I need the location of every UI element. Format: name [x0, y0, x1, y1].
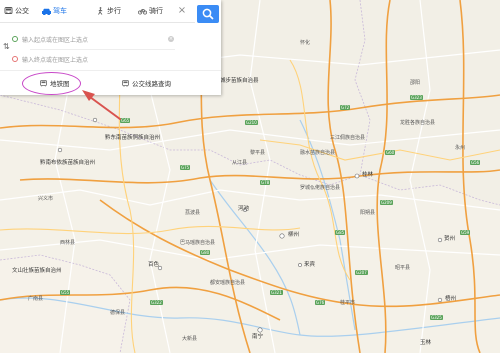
map-label-wuzhou: 梧州 — [445, 296, 457, 302]
map-label-yangshuo: 阳朔县 — [360, 210, 376, 216]
map-label-yulin: 玉林 — [420, 340, 432, 346]
map-label-xingyi: 兴义市 — [38, 196, 54, 202]
map-label-sanjiang: 三江侗族自治县 — [330, 135, 366, 141]
map-label-guiping: 桂平市 — [340, 300, 356, 306]
road-shield: G60 — [385, 150, 396, 155]
map-label-nanning: 南宁 — [252, 334, 264, 340]
road-shield: G59 — [460, 230, 471, 235]
map-label-hezhou: 贺州 — [444, 236, 456, 242]
road-shield: G55 — [60, 290, 71, 295]
swap-icon[interactable]: ⇅ — [3, 42, 11, 52]
map-label-luocheng: 罗城仫佬族自治县 — [300, 185, 341, 191]
clear-icon[interactable]: × — [168, 36, 174, 42]
tab-bike[interactable]: 骑行 — [138, 5, 163, 17]
tab-walk-label: 步行 — [107, 7, 121, 15]
map-label-congjiang: 从江县 — [232, 160, 248, 166]
map-label-chengbu: 城步苗族自治县 — [220, 78, 259, 84]
map-label-longsheng: 龙胜各族自治县 — [400, 120, 436, 126]
search-button[interactable] — [197, 5, 219, 23]
end-input-row: 输入终点或在图区上选点 — [12, 52, 174, 66]
start-input-row: 输入起点或在图区上选点 × — [12, 32, 174, 46]
road-shield: G72 — [340, 105, 351, 110]
map-label-qiandongnan: 黔东南苗族侗族自治州 — [105, 135, 161, 141]
road-shield: G325 — [430, 315, 443, 320]
annotation-arrow-icon — [82, 90, 121, 120]
bike-icon — [138, 7, 147, 15]
map-label-xilin: 西林县 — [60, 240, 76, 246]
map-label-duan: 都安瑶族自治县 — [210, 280, 246, 286]
road-shield: G207 — [355, 270, 368, 275]
start-point-icon — [12, 36, 18, 42]
map-label-rongshui: 融水苗族自治县 — [300, 150, 336, 156]
close-icon[interactable]: × — [177, 6, 187, 16]
start-input[interactable]: 输入起点或在图区上选点 — [22, 35, 168, 44]
tab-walk[interactable]: 步行 — [96, 5, 121, 17]
road-shield: G78 — [260, 180, 271, 185]
road-shield: G76 — [315, 300, 326, 305]
tab-drive-label: 驾车 — [53, 7, 67, 15]
map-label-yongzhou: 永州 — [455, 145, 466, 151]
car-icon — [42, 7, 51, 16]
bus-icon — [4, 7, 13, 15]
tab-bus-label: 公交 — [15, 7, 29, 15]
road-shield: G322 — [150, 300, 163, 305]
input-divider — [30, 49, 175, 50]
map-label-huaihua: 怀化 — [300, 40, 311, 46]
tab-bus[interactable]: 公交 — [4, 5, 29, 17]
end-input[interactable]: 输入终点或在图区上选点 — [22, 55, 174, 64]
map-label-laibin: 来宾 — [304, 262, 316, 268]
map-label-shaoyang: 邵阳 — [410, 80, 421, 86]
road-shield: G210 — [245, 120, 258, 125]
road-shield: G323 — [410, 95, 423, 100]
map-label-liuzhou: 柳州 — [288, 232, 300, 238]
end-point-icon — [12, 56, 18, 62]
map-label-debao: 德保县 — [110, 310, 126, 316]
map-label-hechi: 河池 — [238, 206, 250, 212]
map-label-libo: 荔波县 — [185, 210, 201, 216]
mode-tabs: 公交 驾车 步行 骑行 × — [0, 0, 195, 23]
road-shield: G75 — [180, 165, 191, 170]
subway-map-link[interactable]: 地铁图 — [40, 78, 70, 88]
walk-icon — [96, 7, 105, 15]
road-shield: G85 — [335, 230, 346, 235]
search-icon — [202, 8, 214, 20]
road-shield: G56 — [470, 160, 481, 165]
bus-route-link[interactable]: 公交线路查询 — [122, 78, 171, 88]
subway-icon — [40, 79, 47, 87]
map-label-guangnan: 广南县 — [28, 296, 44, 302]
road-shield: G209 — [380, 200, 393, 205]
road-shield: G321 — [270, 290, 283, 295]
map-label-baise: 百色 — [148, 262, 160, 268]
map-label-liping: 黎平县 — [250, 150, 266, 156]
map-label-daxin: 大新县 — [182, 336, 198, 342]
map-label-zhaoping: 昭平县 — [395, 265, 411, 271]
bus-route-label: 公交线路查询 — [132, 80, 171, 88]
map-label-wenshan: 文山壮族苗族自治州 — [12, 268, 62, 274]
map-label-guilin: 桂林 — [362, 172, 374, 178]
road-shield: G80 — [200, 250, 211, 255]
tab-drive[interactable]: 驾车 — [42, 5, 67, 17]
tab-bike-label: 骑行 — [149, 7, 163, 15]
map-label-bama: 巴马瑶族自治县 — [180, 240, 216, 246]
subway-map-label: 地铁图 — [50, 80, 70, 88]
map-label-qiannan: 黔南布依族苗族自治州 — [40, 160, 96, 166]
route-panel: 公交 驾车 步行 骑行 × 输入起点或在图区上选点 × ⇅ 输入终点或在图区上选… — [0, 0, 221, 95]
